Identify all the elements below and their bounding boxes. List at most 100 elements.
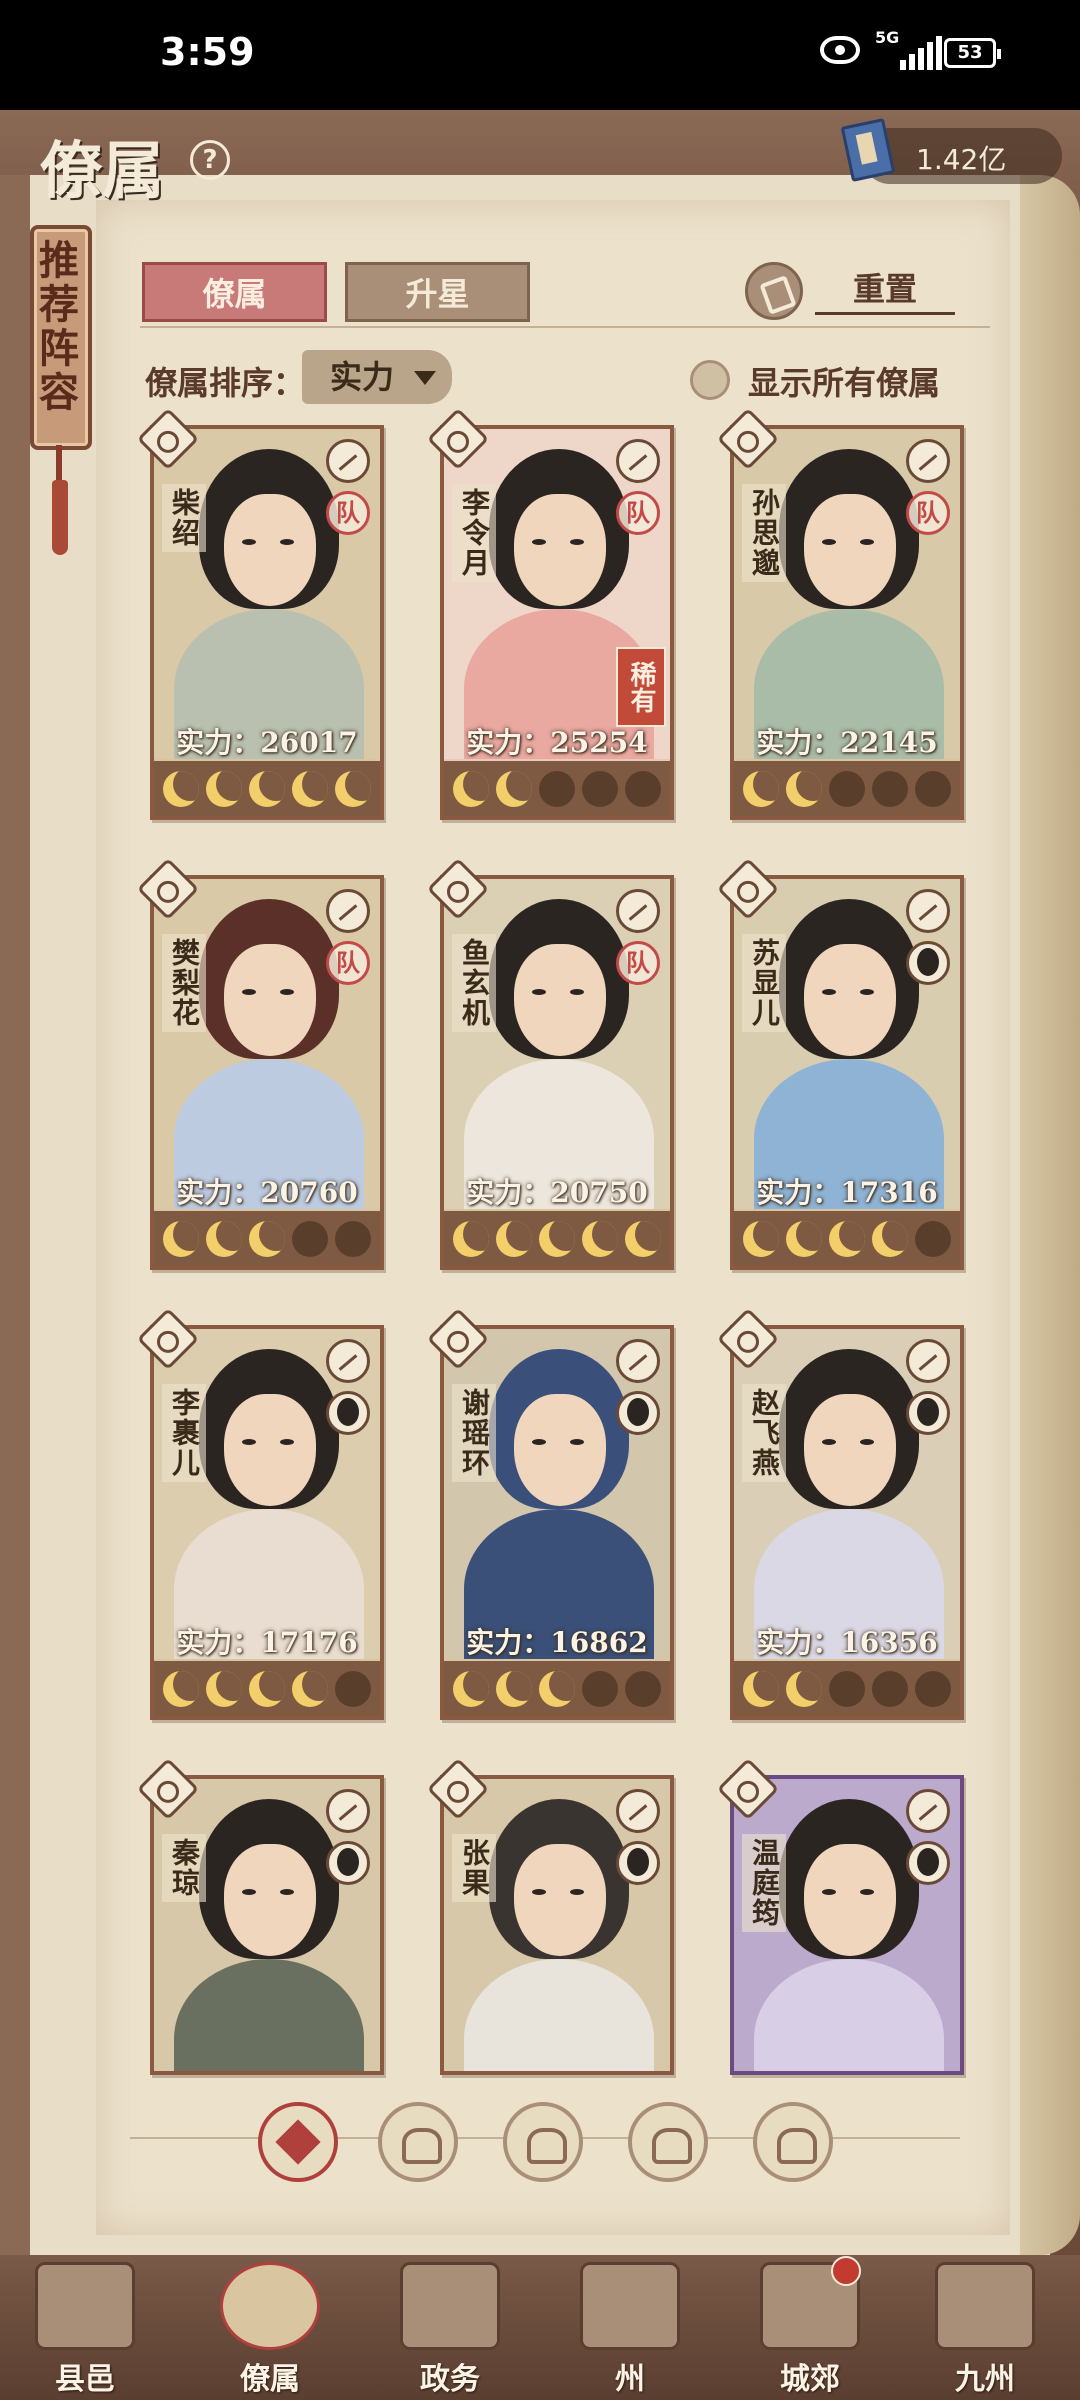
county-icon (35, 2262, 135, 2350)
filter-all-button[interactable] (258, 2102, 338, 2182)
nav-affairs[interactable]: 政务 (375, 2262, 525, 2400)
character-name: 李裹儿 (162, 1384, 206, 1482)
character-card[interactable]: 苏显儿 实力：17316 (716, 857, 964, 1270)
filter-helmet-button[interactable] (378, 2102, 458, 2182)
power-value: 实力：17176 (176, 1626, 358, 1659)
currency-display[interactable]: 1.42亿 (840, 118, 1062, 184)
tassel (52, 480, 68, 555)
divider (140, 326, 990, 328)
avatar (326, 1841, 370, 1885)
star-rating (444, 1661, 670, 1716)
team-badge: 队 (326, 491, 370, 535)
avatar (906, 1391, 950, 1435)
filter-gourd-button[interactable] (503, 2102, 583, 2182)
nav-label: 政务 (420, 2362, 480, 2397)
power-value: 实力：16356 (756, 1626, 938, 1659)
power-value: 实力：20760 (176, 1176, 358, 1209)
character-name: 张果 (452, 1834, 496, 1902)
sort-dropdown[interactable]: 实力 (302, 350, 452, 404)
avatar (326, 1391, 370, 1435)
character-name: 李令月 (452, 484, 496, 582)
network-type: 5G (875, 28, 900, 47)
subordinates-icon (220, 2262, 320, 2350)
star-rating (154, 761, 380, 816)
star-rating (734, 1211, 960, 1266)
recommend-lineup-button[interactable]: 推荐阵容 (30, 225, 92, 450)
page-title: 僚属 (40, 134, 165, 207)
eye-icon (820, 36, 860, 64)
star-rating (154, 1661, 380, 1716)
yin-yang-icon (616, 439, 660, 483)
nav-label: 九州 (955, 2362, 1015, 2397)
status-bar: 3:59 5G 53 (0, 0, 1080, 110)
paper-edge (1020, 175, 1080, 2255)
book-spine (0, 175, 30, 2255)
character-name: 赵飞燕 (742, 1384, 786, 1482)
avatar (906, 941, 950, 985)
star-rating (444, 761, 670, 816)
nav-nine-provinces[interactable]: 九州 (910, 2262, 1060, 2400)
character-card[interactable]: 队 稀有 李令月 实力：25254 (426, 407, 674, 820)
nav-label: 僚属 (240, 2362, 300, 2397)
character-card[interactable]: 队 樊梨花 实力：20760 (136, 857, 384, 1270)
show-all-checkbox[interactable] (690, 360, 730, 400)
character-name: 秦琼 (162, 1834, 206, 1902)
bell-icon (906, 439, 950, 483)
character-card[interactable]: 队 孙思邈 实力：22145 (716, 407, 964, 820)
character-card[interactable]: 队 鱼玄机 实力：20750 (426, 857, 674, 1270)
character-card[interactable]: 温庭筠 (716, 1757, 964, 2075)
prefecture-icon (580, 2262, 680, 2350)
status-time: 3:59 (160, 30, 255, 74)
team-badge: 队 (326, 941, 370, 985)
bell-icon (616, 889, 660, 933)
nav-label: 城郊 (780, 2362, 840, 2397)
character-card[interactable]: 谢瑶环 实力：16862 (426, 1307, 674, 1720)
power-value: 实力：17316 (756, 1176, 938, 1209)
character-name: 鱼玄机 (452, 934, 496, 1032)
character-name: 柴绍 (162, 484, 206, 552)
avatar (616, 1841, 660, 1885)
character-card[interactable]: 张果 (426, 1757, 674, 2075)
character-card[interactable]: 赵飞燕 实力：16356 (716, 1307, 964, 1720)
character-card[interactable]: 秦琼 (136, 1757, 384, 2075)
sword-icon (326, 439, 370, 483)
yin-yang-icon (616, 1789, 660, 1833)
notification-dot (831, 2256, 861, 2286)
sword-icon (326, 1789, 370, 1833)
battery-icon: 53 (944, 38, 1001, 68)
power-value: 实力：25254 (466, 726, 648, 759)
character-name: 谢瑶环 (452, 1384, 496, 1482)
rarity-badge: 稀有 (616, 647, 666, 727)
nav-subordinates[interactable]: 僚属 (195, 2262, 345, 2400)
filter-lion-button[interactable] (753, 2102, 833, 2182)
reset-button[interactable]: 重置 (745, 262, 960, 320)
nav-county[interactable]: 县邑 (10, 2262, 160, 2400)
tab-subordinates[interactable]: 僚属 (142, 262, 327, 322)
sword-icon (616, 1339, 660, 1383)
power-value: 实力：26017 (176, 726, 358, 759)
nav-suburbs[interactable]: 城郊 (735, 2256, 885, 2400)
sword-icon (906, 889, 950, 933)
signal-icon (900, 36, 942, 70)
help-icon[interactable]: ? (190, 140, 230, 180)
star-rating (444, 1211, 670, 1266)
star-rating (734, 1661, 960, 1716)
sword-icon (906, 1339, 950, 1383)
team-badge: 队 (906, 491, 950, 535)
yin-yang-icon (326, 1339, 370, 1383)
character-name: 温庭筠 (742, 1834, 786, 1932)
power-value: 实力：16862 (466, 1626, 648, 1659)
affairs-icon (400, 2262, 500, 2350)
team-badge: 队 (616, 941, 660, 985)
character-name: 樊梨花 (162, 934, 206, 1032)
character-card[interactable]: 李裹儿 实力：17176 (136, 1307, 384, 1720)
character-card[interactable]: 队 柴绍 实力：26017 (136, 407, 384, 820)
nav-prefecture[interactable]: 州 (555, 2262, 705, 2400)
team-badge: 队 (616, 491, 660, 535)
character-name: 苏显儿 (742, 934, 786, 1032)
currency-value: 1.42亿 (916, 143, 1007, 176)
tab-star-up[interactable]: 升星 (345, 262, 530, 322)
filter-fan-button[interactable] (628, 2102, 708, 2182)
yin-yang-icon (906, 1789, 950, 1833)
recommend-lineup-label: 推荐阵容 (32, 239, 79, 415)
